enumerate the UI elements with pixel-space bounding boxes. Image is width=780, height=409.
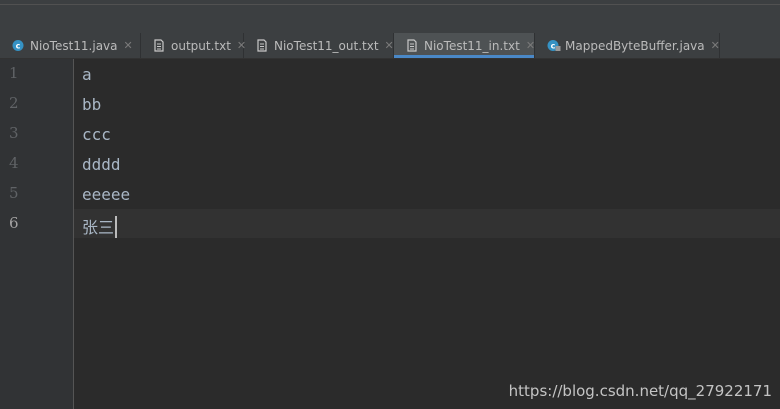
code-line[interactable]: bb <box>82 95 101 114</box>
text-file-icon <box>406 39 418 52</box>
code-line[interactable]: ccc <box>82 125 111 144</box>
tab-label: NioTest11_in.txt <box>424 38 520 53</box>
line-number: 1 <box>9 64 19 82</box>
title-bar <box>0 0 780 34</box>
code-line[interactable]: a <box>82 65 92 84</box>
line-number: 2 <box>9 94 19 112</box>
line-number: 3 <box>9 124 19 142</box>
watermark: https://blog.csdn.net/qq_27922171 <box>508 382 772 400</box>
code-line-current[interactable]: 张三 <box>82 214 117 238</box>
close-icon[interactable]: ✕ <box>711 40 720 51</box>
java-class-locked-icon: c <box>547 39 561 52</box>
tab-niotest11-in-txt[interactable]: NioTest11_in.txt ✕ <box>394 33 535 58</box>
tab-niotest11-java[interactable]: c NioTest11.java ✕ <box>0 33 141 58</box>
editor-area[interactable]: 1 2 3 4 5 6 a bb ccc dddd eeeee 张三 <box>0 59 780 409</box>
text-caret <box>115 216 117 238</box>
code-line[interactable]: dddd <box>82 155 121 174</box>
close-icon[interactable]: ✕ <box>526 40 535 51</box>
tab-mappedbytebuffer-java[interactable]: c MappedByteBuffer.java ✕ <box>535 33 720 58</box>
tab-niotest11-out-txt[interactable]: NioTest11_out.txt ✕ <box>244 33 394 58</box>
close-icon[interactable]: ✕ <box>385 40 394 51</box>
tab-output-txt[interactable]: output.txt ✕ <box>141 33 246 58</box>
close-icon[interactable]: ✕ <box>124 40 133 51</box>
title-bar-divider <box>0 4 780 5</box>
tab-label: output.txt <box>171 38 231 53</box>
line-number-current: 6 <box>9 214 19 232</box>
code-line[interactable]: eeeee <box>82 185 130 204</box>
line-number: 5 <box>9 184 19 202</box>
java-class-icon: c <box>12 39 24 52</box>
text-file-icon <box>153 39 165 52</box>
svg-text:c: c <box>16 42 21 51</box>
code-line-text: 张三 <box>82 218 115 237</box>
editor-tab-bar: c NioTest11.java ✕ output.txt ✕ NioTest1… <box>0 33 780 59</box>
line-number-gutter: 1 2 3 4 5 6 <box>0 59 74 409</box>
tab-label: NioTest11.java <box>30 38 118 53</box>
line-number: 4 <box>9 154 19 172</box>
text-file-icon <box>256 39 268 52</box>
tab-label: MappedByteBuffer.java <box>565 38 705 53</box>
svg-text:c: c <box>551 42 556 51</box>
tab-label: NioTest11_out.txt <box>274 38 379 53</box>
current-line-highlight <box>0 209 780 238</box>
